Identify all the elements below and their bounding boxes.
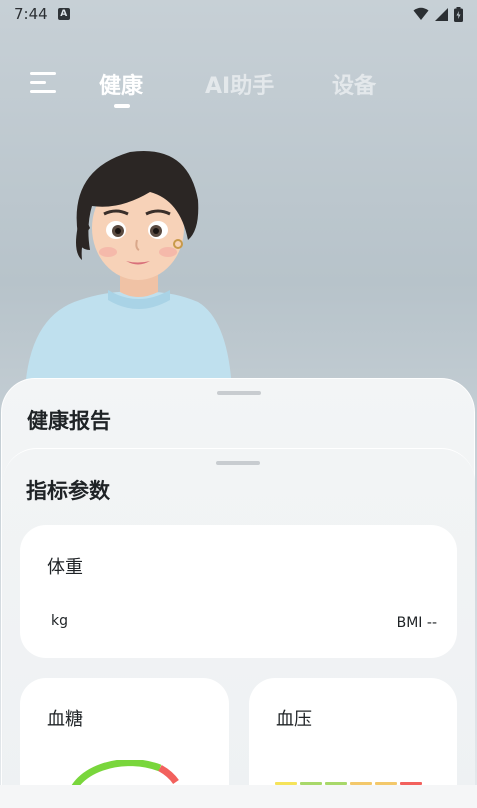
- bmi-value: BMI --: [396, 615, 437, 631]
- top-navigation: 健康 AI助手 设备: [0, 62, 477, 108]
- notification-icon: A: [57, 8, 70, 20]
- drag-handle[interactable]: [217, 391, 261, 395]
- battery-icon: [454, 6, 463, 22]
- tab-health[interactable]: 健康: [99, 68, 143, 100]
- weight-label: 体重: [47, 557, 83, 578]
- signal-icon: [435, 7, 448, 21]
- drag-handle[interactable]: [216, 461, 260, 465]
- weight-card[interactable]: 体重 kg BMI --: [20, 525, 457, 658]
- wifi-icon: [413, 7, 429, 20]
- status-left: 7:44 A: [14, 5, 70, 23]
- menu-icon[interactable]: [30, 72, 56, 94]
- blood-pressure-label: 血压: [276, 709, 312, 730]
- health-report-title: 健康报告: [27, 409, 111, 433]
- status-icons: [413, 6, 463, 22]
- tab-ai-assistant[interactable]: AI助手: [205, 68, 274, 100]
- active-tab-indicator: [114, 104, 130, 108]
- avatar-illustration: [25, 151, 232, 390]
- blood-sugar-label: 血糖: [47, 709, 83, 730]
- weight-unit: kg: [51, 613, 68, 629]
- metrics-title: 指标参数: [26, 479, 110, 503]
- bottom-strip: [0, 785, 477, 808]
- tab-device[interactable]: 设备: [332, 68, 376, 100]
- status-time: 7:44: [14, 5, 48, 23]
- status-bar: 7:44 A: [0, 0, 477, 28]
